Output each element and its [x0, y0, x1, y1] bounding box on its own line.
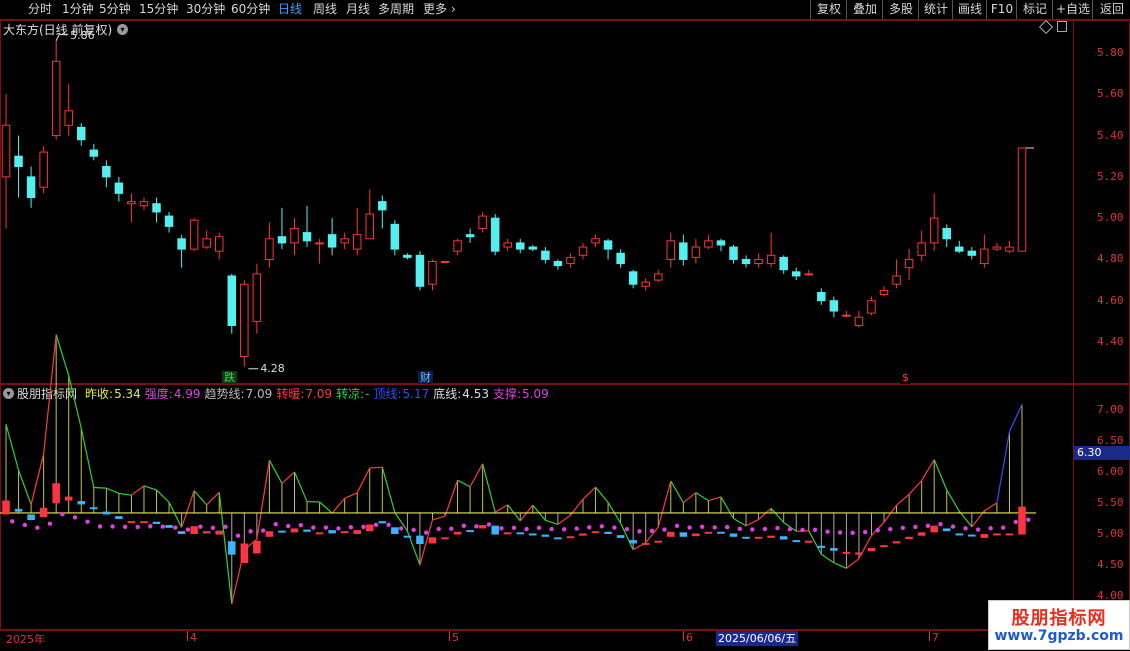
date-label: 6 [686, 631, 693, 644]
price-tick-label: 4.80 [1097, 252, 1124, 265]
title-dropdown-icon[interactable]: ▾ [117, 24, 128, 35]
price-panel [0, 20, 1074, 384]
indicator-tick-label: 7.00 [1097, 403, 1124, 416]
high-price-label: 5.86 [70, 29, 95, 42]
more-chevron-icon[interactable]: › [451, 2, 456, 17]
indicator-tick-label: 5.50 [1097, 496, 1124, 509]
indicator-dropdown-icon[interactable]: ▾ [3, 388, 14, 399]
event-marker-1[interactable]: 财 [418, 371, 433, 384]
period-tab-5[interactable]: 60分钟 [231, 2, 270, 17]
price-tick-label: 5.60 [1097, 87, 1124, 100]
event-marker-0[interactable]: 跌 [222, 371, 237, 384]
legend-value: 5.34 [114, 387, 141, 401]
legend-label: 底线: [433, 387, 461, 401]
date-label: 4 [190, 631, 197, 644]
legend-value: 4.53 [462, 387, 489, 401]
indicator-legend: 股朋指标网昨收:5.34强度:4.99趋势线:7.09转暖:7.09转凉:-顶线… [17, 387, 549, 401]
date-tick [929, 631, 930, 641]
date-label: 7 [932, 631, 939, 644]
period-tab-4[interactable]: 30分钟 [186, 2, 225, 17]
toolbar-button-1[interactable]: 叠加 [846, 0, 883, 19]
legend-value: - [365, 387, 369, 401]
indicator-name: 股朋指标网 [17, 387, 77, 401]
toolbar-button-3[interactable]: 统计 [918, 0, 953, 19]
period-tab-6[interactable]: 日线 [278, 2, 302, 17]
period-tab-7[interactable]: 周线 [313, 2, 337, 17]
legend-label: 转凉: [336, 387, 364, 401]
period-toolbar: 分时 1分钟 5分钟 15分钟 30分钟 60分钟日线周线月线多周期更多 › 复权叠加多股统计… [0, 0, 1130, 20]
legend-label: 强度: [145, 387, 173, 401]
period-tab-0[interactable]: 分时 [28, 2, 52, 17]
toolbar-button-8[interactable]: 返回 [1092, 0, 1130, 19]
low-price-label: 4.28 [260, 362, 285, 375]
date-label: 5 [452, 631, 459, 644]
date-axis [0, 630, 1130, 651]
price-tick-label: 4.60 [1097, 294, 1124, 307]
legend-label: 支撑: [493, 387, 521, 401]
indicator-tick-label: 5.00 [1097, 527, 1124, 540]
date-tick [187, 631, 188, 641]
stock-title: 大东方(日线 前复权) [3, 23, 112, 37]
date-tick [683, 631, 684, 641]
price-tick-label: 5.40 [1097, 129, 1124, 142]
legend-value: 7.09 [246, 387, 273, 401]
legend-label: 转暖: [276, 387, 304, 401]
price-tick-label: 5.00 [1097, 211, 1124, 224]
watermark-logo: 股朋指标网 www.7gpzb.com [988, 600, 1130, 650]
price-tick-label: 5.80 [1097, 46, 1124, 59]
legend-value: 5.17 [403, 387, 430, 401]
legend-label: 顶线: [373, 387, 401, 401]
toolbar-button-2[interactable]: 多股 [882, 0, 919, 19]
legend-value: 7.09 [305, 387, 332, 401]
indicator-panel [0, 384, 1074, 630]
indicator-tick-label: 6.50 [1097, 434, 1124, 447]
price-tick-label: 4.40 [1097, 335, 1124, 348]
legend-label: 昨收: [85, 387, 113, 401]
panel-options-icon[interactable] [1057, 21, 1067, 32]
legend-label: 趋势线: [205, 387, 245, 401]
watermark-url: www.7gpzb.com [989, 628, 1129, 644]
toolbar-button-0[interactable]: 复权 [810, 0, 847, 19]
date-tick [449, 631, 450, 641]
date-cursor-label: 2025/06/06/五 [716, 631, 798, 646]
toolbar-button-7[interactable]: +自选 [1052, 0, 1093, 19]
period-tab-3[interactable]: 15分钟 [139, 2, 178, 17]
price-axis-panel [1073, 20, 1130, 384]
period-tab-8[interactable]: 月线 [346, 2, 370, 17]
legend-value: 5.09 [522, 387, 549, 401]
toolbar-button-6[interactable]: 标记 [1016, 0, 1053, 19]
event-marker-2[interactable]: $ [900, 371, 911, 384]
period-tab-10[interactable]: 更多 [423, 2, 447, 17]
period-tab-1[interactable]: 1分钟 [62, 2, 94, 17]
toolbar-button-5[interactable]: F10 [986, 0, 1017, 19]
period-tab-2[interactable]: 5分钟 [99, 2, 131, 17]
date-label: 2025年 [6, 631, 45, 647]
toolbar-button-4[interactable]: 画线 [952, 0, 987, 19]
watermark-title: 股朋指标网 [989, 604, 1129, 630]
current-value-tag: 6.30 [1074, 446, 1130, 460]
indicator-tick-label: 4.50 [1097, 558, 1124, 571]
price-tick-label: 5.20 [1097, 170, 1124, 183]
legend-value: 4.99 [174, 387, 201, 401]
indicator-tick-label: 6.00 [1097, 465, 1124, 478]
period-tab-9[interactable]: 多周期 [378, 2, 414, 17]
